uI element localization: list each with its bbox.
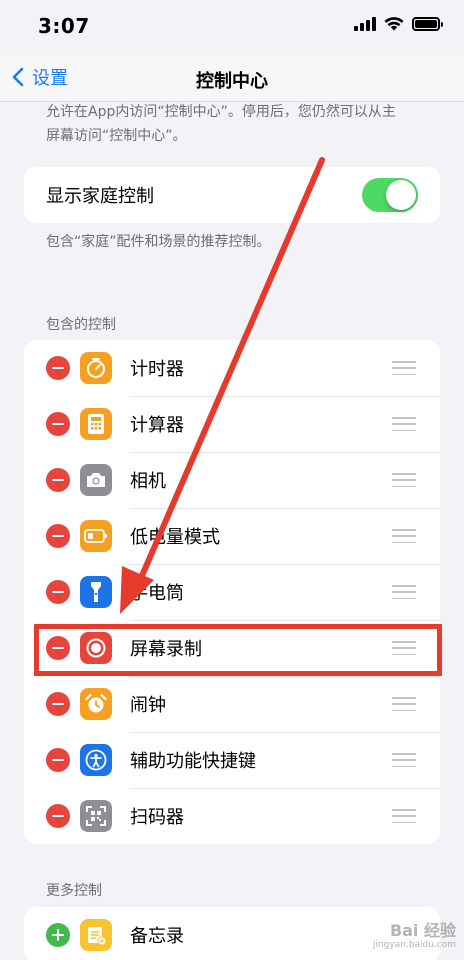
control-label: 闹钟 — [130, 695, 166, 716]
reorder-handle[interactable] — [392, 473, 416, 487]
remove-accessibility-shortcut-button[interactable] — [46, 748, 70, 772]
watermark: Bai 经验 jingyan.baidu.com — [372, 921, 456, 951]
reorder-handle[interactable] — [392, 529, 416, 543]
wifi-icon — [384, 17, 404, 31]
add-notes-button[interactable] — [46, 923, 70, 947]
accessibility-icon — [80, 744, 112, 776]
remove-alarm-button[interactable] — [46, 692, 70, 716]
qr-scanner-icon — [80, 800, 112, 832]
timer-icon — [80, 352, 112, 384]
status-icons — [354, 16, 443, 31]
included-controls-header: 包含的控制 — [46, 317, 116, 333]
home-controls-label: 显示家庭控制 — [46, 186, 154, 207]
control-row-calculator: 计算器 — [24, 396, 440, 452]
nav-bar: 设置 控制中心 — [0, 56, 464, 102]
control-label: 辅助功能快捷键 — [130, 751, 256, 772]
included-controls-list: 计时器 计算器 相机 低电量模式 手电筒 屏幕录制 闹钟 辅助功能快捷键 扫码器 — [24, 340, 440, 844]
control-label: 相机 — [130, 471, 166, 492]
control-row-screen-recording: 屏幕录制 — [24, 620, 440, 676]
home-controls-footnote: 包含“家庭”配件和场景的推荐控制。 — [46, 234, 271, 250]
page-title: 控制中心 — [196, 71, 268, 92]
reorder-handle[interactable] — [392, 585, 416, 599]
calculator-icon — [80, 408, 112, 440]
control-label: 屏幕录制 — [130, 639, 202, 660]
reorder-handle[interactable] — [392, 697, 416, 711]
more-controls-header: 更多控制 — [46, 883, 102, 899]
remove-low-power-button[interactable] — [46, 524, 70, 548]
remove-camera-button[interactable] — [46, 468, 70, 492]
control-row-flashlight: 手电筒 — [24, 564, 440, 620]
status-time: 3:07 — [38, 14, 90, 38]
screen-record-icon — [80, 632, 112, 664]
control-label: 手电筒 — [130, 583, 184, 604]
cellular-signal-icon — [354, 16, 376, 31]
remove-code-scanner-button[interactable] — [46, 804, 70, 828]
battery-status-icon — [412, 16, 443, 31]
remove-calculator-button[interactable] — [46, 412, 70, 436]
remove-flashlight-button[interactable] — [46, 580, 70, 604]
home-controls-group: 显示家庭控制 — [24, 167, 440, 223]
status-bar: 3:07 — [0, 0, 464, 56]
control-row-code-scanner: 扫码器 — [24, 788, 440, 844]
camera-icon — [80, 464, 112, 496]
remove-screen-recording-button[interactable] — [46, 636, 70, 660]
alarm-icon — [80, 688, 112, 720]
control-label: 计时器 — [130, 359, 184, 380]
battery-icon — [80, 520, 112, 552]
reorder-handle[interactable] — [392, 417, 416, 431]
control-row-camera: 相机 — [24, 452, 440, 508]
remove-timer-button[interactable] — [46, 356, 70, 380]
intro-description: 允许在App内访问“控制中心”。停用后，您仍然可以从主 屏幕访问“控制中心”。 — [46, 104, 396, 144]
flashlight-icon — [80, 576, 112, 608]
control-row-low-power: 低电量模式 — [24, 508, 440, 564]
reorder-handle[interactable] — [392, 753, 416, 767]
reorder-handle[interactable] — [392, 641, 416, 655]
control-label: 计算器 — [130, 415, 184, 436]
control-row-timer: 计时器 — [24, 340, 440, 396]
notes-icon — [80, 919, 112, 951]
control-row-accessibility-shortcut: 辅助功能快捷键 — [24, 732, 440, 788]
reorder-handle[interactable] — [392, 809, 416, 823]
reorder-handle[interactable] — [392, 361, 416, 375]
home-controls-toggle[interactable] — [362, 178, 418, 212]
control-label: 扫码器 — [130, 807, 184, 828]
control-row-alarm: 闹钟 — [24, 676, 440, 732]
home-controls-row: 显示家庭控制 — [24, 167, 440, 223]
control-label: 低电量模式 — [130, 527, 220, 548]
control-label: 备忘录 — [130, 926, 184, 947]
